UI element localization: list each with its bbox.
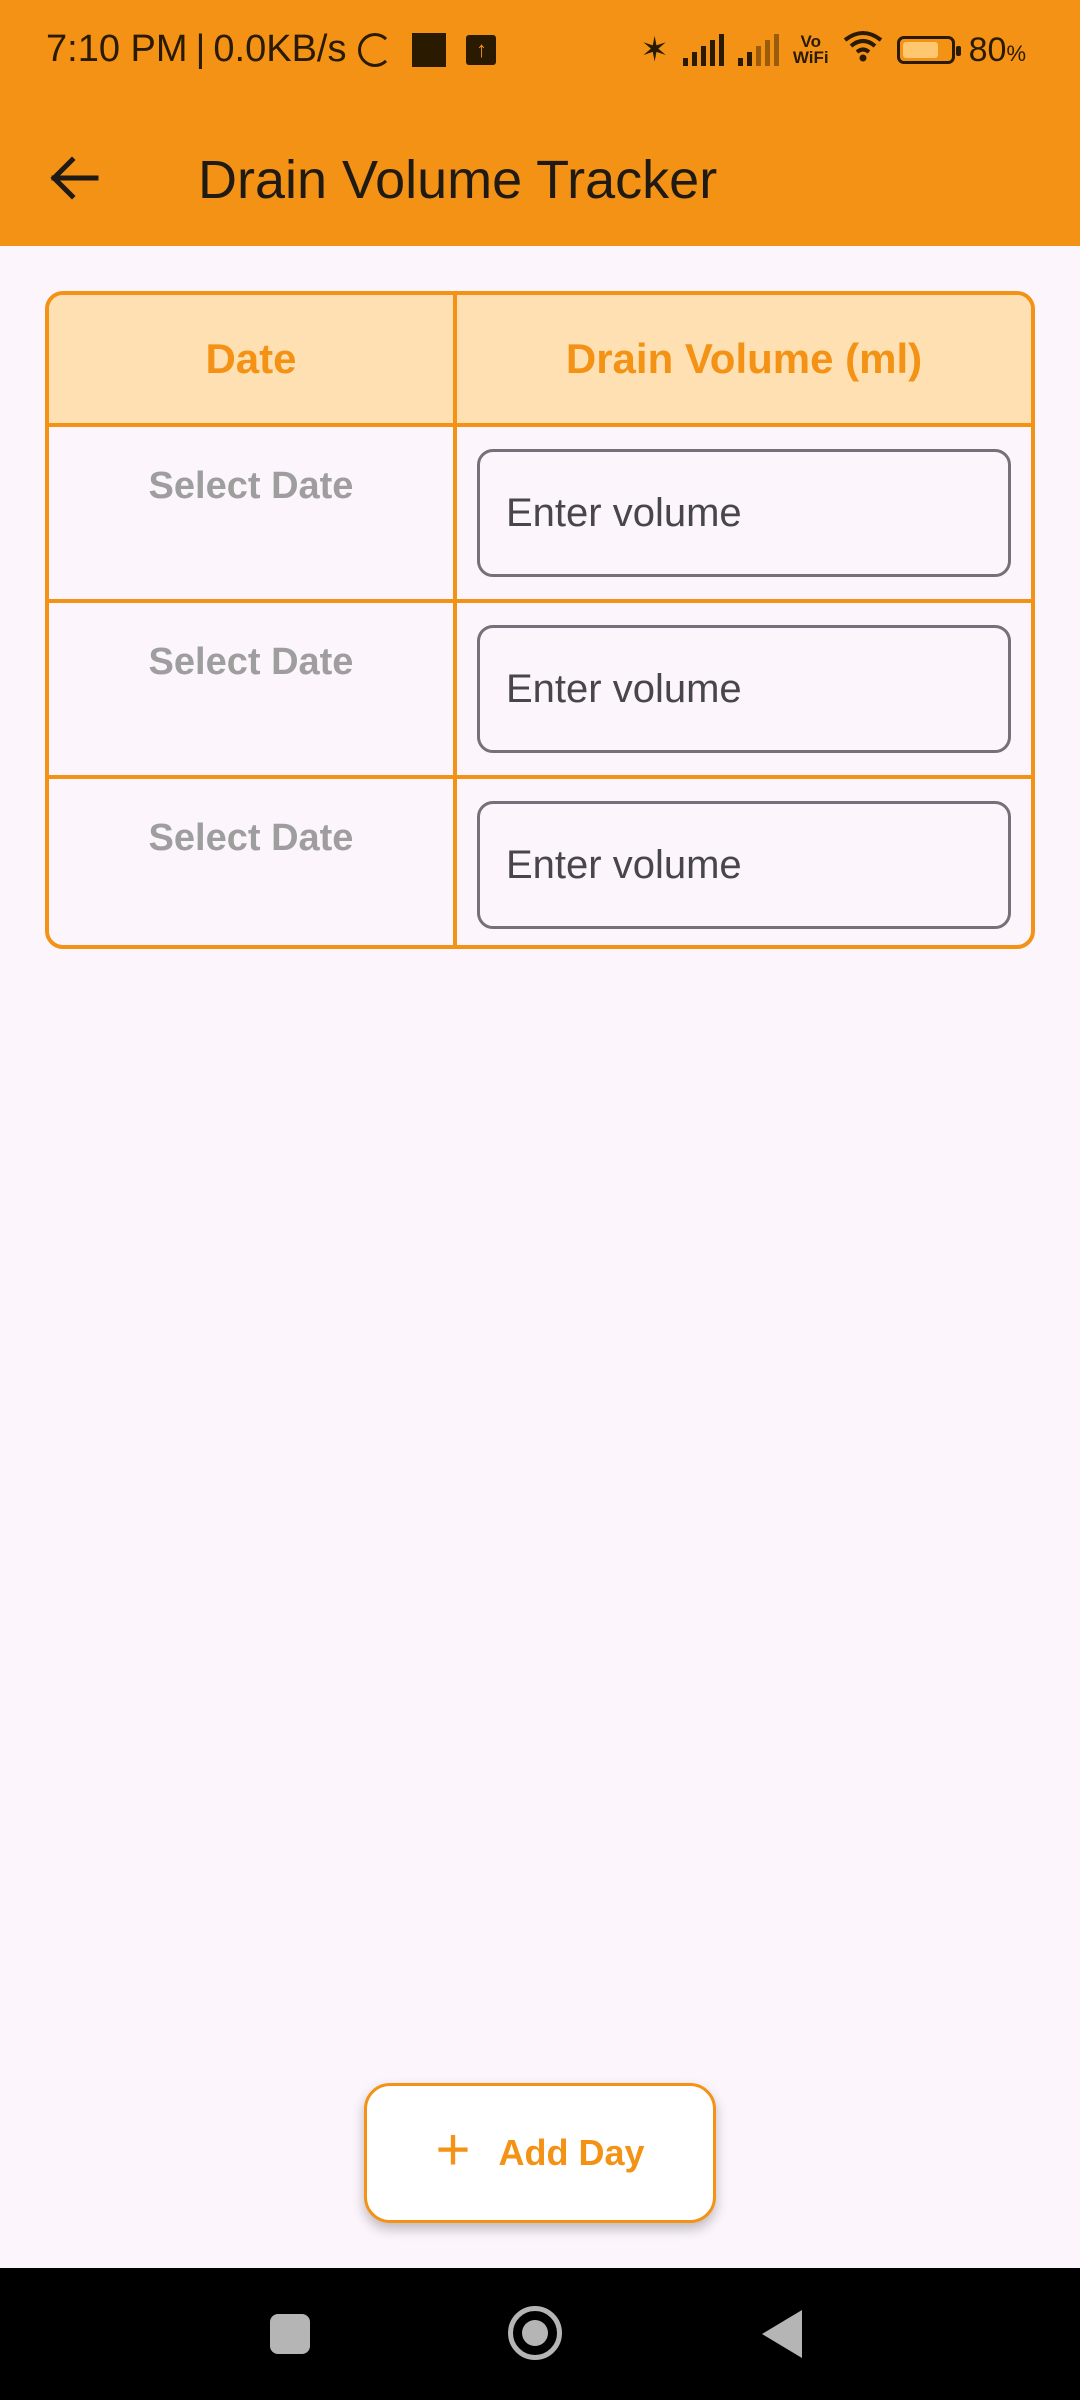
table-row: Select Date — [49, 427, 1031, 603]
header-date: Date — [49, 295, 457, 423]
status-time: 7:10 PM — [46, 28, 188, 70]
add-day-button[interactable]: + Add Day — [364, 2083, 716, 2223]
arrow-left-icon — [48, 155, 100, 205]
add-day-label: Add Day — [498, 2132, 645, 2173]
volume-input[interactable] — [477, 625, 1011, 753]
plus-icon: + — [435, 2116, 471, 2183]
signal-bars-icon — [682, 34, 724, 66]
header-volume: Drain Volume (ml) — [565, 335, 923, 382]
network-speed: 0.0KB/s — [213, 28, 347, 70]
battery-percent-unit: % — [1006, 40, 1026, 66]
drain-volume-table: Date Drain Volume (ml) Select Date Selec… — [45, 291, 1035, 949]
date-cell[interactable]: Select Date — [49, 779, 457, 945]
system-nav-bar — [0, 2268, 1080, 2400]
volume-cell — [457, 427, 1031, 599]
upload-icon: ↑ — [466, 34, 497, 65]
date-cell[interactable]: Select Date — [49, 427, 457, 599]
select-date-button[interactable]: Select Date — [149, 641, 354, 775]
page-title: Drain Volume Tracker — [198, 150, 718, 210]
select-date-button[interactable]: Select Date — [149, 465, 354, 599]
battery-fill — [902, 42, 939, 58]
table-header-row: Date Drain Volume (ml) — [49, 295, 1031, 427]
vowifi-icon: Vo WiFi — [792, 33, 829, 67]
battery-icon — [896, 36, 961, 64]
signal-bars-icon — [737, 34, 779, 66]
battery-percent-value: 80 — [968, 30, 1007, 69]
back-button[interactable] — [34, 140, 114, 220]
select-date-button[interactable]: Select Date — [149, 817, 354, 945]
status-left: 7:10 PM | 0.0KB/s ↑ — [46, 28, 497, 71]
recent-apps-button[interactable] — [270, 2314, 310, 2354]
status-separator: | — [195, 28, 206, 70]
loading-spinner-icon — [358, 32, 393, 67]
volume-input[interactable] — [477, 449, 1011, 577]
home-button[interactable] — [508, 2306, 562, 2360]
wifi-icon — [843, 30, 883, 70]
bluetooth-icon: ✶ — [640, 31, 669, 69]
screen: 7:10 PM | 0.0KB/s ↑ ✶ Vo WiFi 80% Drain … — [0, 0, 1080, 2400]
volume-cell — [457, 779, 1031, 945]
vowifi-bottom: WiFi — [792, 48, 829, 67]
table-row: Select Date — [49, 779, 1031, 945]
battery-percent: 80% — [969, 31, 1026, 70]
volume-cell — [457, 603, 1031, 775]
table-row: Select Date — [49, 603, 1031, 779]
notification-square-icon — [412, 32, 447, 67]
system-back-button[interactable] — [762, 2310, 802, 2358]
status-bar: 7:10 PM | 0.0KB/s ↑ ✶ Vo WiFi 80% — [0, 0, 1080, 112]
status-right: ✶ Vo WiFi 80% — [640, 30, 1026, 70]
date-cell[interactable]: Select Date — [49, 603, 457, 775]
app-bar: Drain Volume Tracker — [0, 112, 1080, 246]
volume-input[interactable] — [477, 801, 1011, 929]
